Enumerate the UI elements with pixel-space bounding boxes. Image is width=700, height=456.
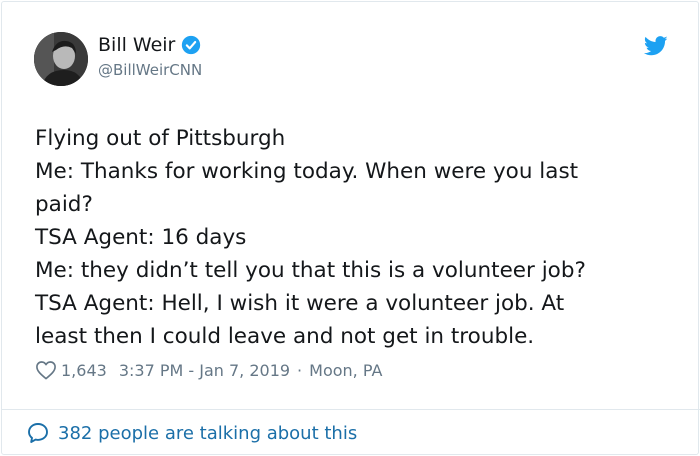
tweet-text: Flying out of Pittsburgh Me: Thanks for …: [35, 122, 675, 353]
tweet-timestamp[interactable]: 3:37 PM - Jan 7, 2019: [119, 361, 290, 380]
tweet-location[interactable]: Moon, PA: [309, 361, 382, 380]
tweet-line: Flying out of Pittsburgh: [35, 126, 286, 151]
tweet-line: least then I could leave and not get in …: [35, 324, 535, 349]
speech-bubble-icon: [28, 423, 48, 443]
tweet-line: Me: Thanks for working today. When were …: [35, 159, 579, 184]
tweet-line: TSA Agent: 16 days: [35, 225, 247, 250]
tweet-line: TSA Agent: Hell, I wish it were a volunt…: [35, 291, 565, 316]
conversation-label: 382 people are talking about this: [58, 422, 358, 444]
tweet-meta: 1,643 3:37 PM - Jan 7, 2019 · Moon, PA: [35, 358, 382, 382]
author-handle[interactable]: @BillWeirCNN: [98, 61, 202, 79]
meta-separator: ·: [297, 360, 303, 380]
tweet-card: Bill Weir @BillWeirCNN Flying out of Pit…: [1, 1, 700, 455]
avatar-photo-icon: [34, 32, 88, 86]
verified-badge-icon: [182, 35, 201, 55]
twitter-bird-icon[interactable]: [644, 36, 668, 56]
heart-icon[interactable]: [35, 360, 57, 380]
author-name-text: Bill Weir: [98, 34, 176, 56]
tweet-line: paid?: [35, 192, 93, 217]
divider: [2, 409, 700, 410]
conversation-link[interactable]: 382 people are talking about this: [26, 420, 357, 446]
like-count[interactable]: 1,643: [61, 361, 107, 380]
tweet-line: Me: they didn’t tell you that this is a …: [35, 258, 586, 283]
avatar[interactable]: [34, 32, 88, 86]
author-name[interactable]: Bill Weir: [98, 34, 201, 56]
